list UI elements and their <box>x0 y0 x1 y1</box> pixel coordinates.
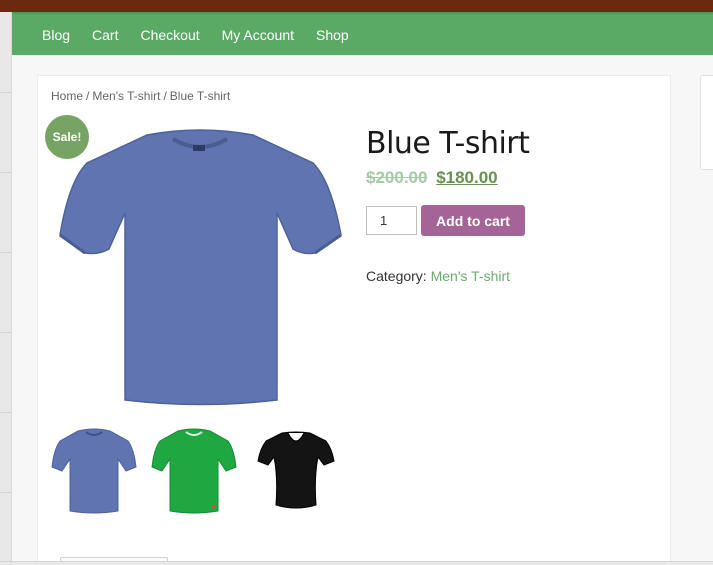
black-womens-tshirt-thumb[interactable] <box>252 425 340 517</box>
left-gutter <box>0 12 12 565</box>
nav-item-shop[interactable]: Shop <box>316 25 349 45</box>
sale-badge: Sale! <box>45 115 89 159</box>
breadcrumb-separator: / <box>163 89 167 103</box>
sale-price: $180.00 <box>436 168 498 187</box>
gutter-tick <box>0 412 11 413</box>
quantity-input[interactable] <box>366 206 417 235</box>
category-link[interactable]: Men's T-shirt <box>431 268 510 284</box>
gutter-tick <box>0 172 11 173</box>
sidebar-widget <box>700 75 713 170</box>
gutter-tick <box>0 332 11 333</box>
blue-tshirt-image[interactable] <box>55 125 345 410</box>
breadcrumb-home[interactable]: Home <box>51 89 83 103</box>
breadcrumb-current: Blue T-shirt <box>169 89 231 103</box>
breadcrumb: Home / Men's T-shirt / Blue T-shirt <box>51 89 230 103</box>
breadcrumb-separator: / <box>86 89 90 103</box>
product-title: Blue T-shirt <box>366 126 530 161</box>
gutter-tick <box>0 492 11 493</box>
nav-item-my-account[interactable]: My Account <box>222 25 294 45</box>
bottom-border <box>0 561 713 565</box>
add-to-cart-button[interactable]: Add to cart <box>421 205 525 236</box>
old-price: $200.00 <box>366 168 428 187</box>
main-nav: Blog Cart Checkout My Account Shop <box>12 12 713 55</box>
blue-tshirt-thumb[interactable] <box>50 425 138 517</box>
nav-item-cart[interactable]: Cart <box>92 25 118 45</box>
price: $200.00 $180.00 <box>366 168 498 188</box>
product-category: Category: Men's T-shirt <box>366 268 510 284</box>
breadcrumb-category[interactable]: Men's T-shirt <box>92 89 160 103</box>
nav-item-checkout[interactable]: Checkout <box>140 25 199 45</box>
nav-item-blog[interactable]: Blog <box>42 25 70 45</box>
browser-top-strip <box>0 0 713 12</box>
gutter-tick <box>0 92 11 93</box>
gutter-tick <box>0 252 11 253</box>
green-tshirt-thumb[interactable] <box>150 425 238 517</box>
category-label: Category: <box>366 268 427 284</box>
